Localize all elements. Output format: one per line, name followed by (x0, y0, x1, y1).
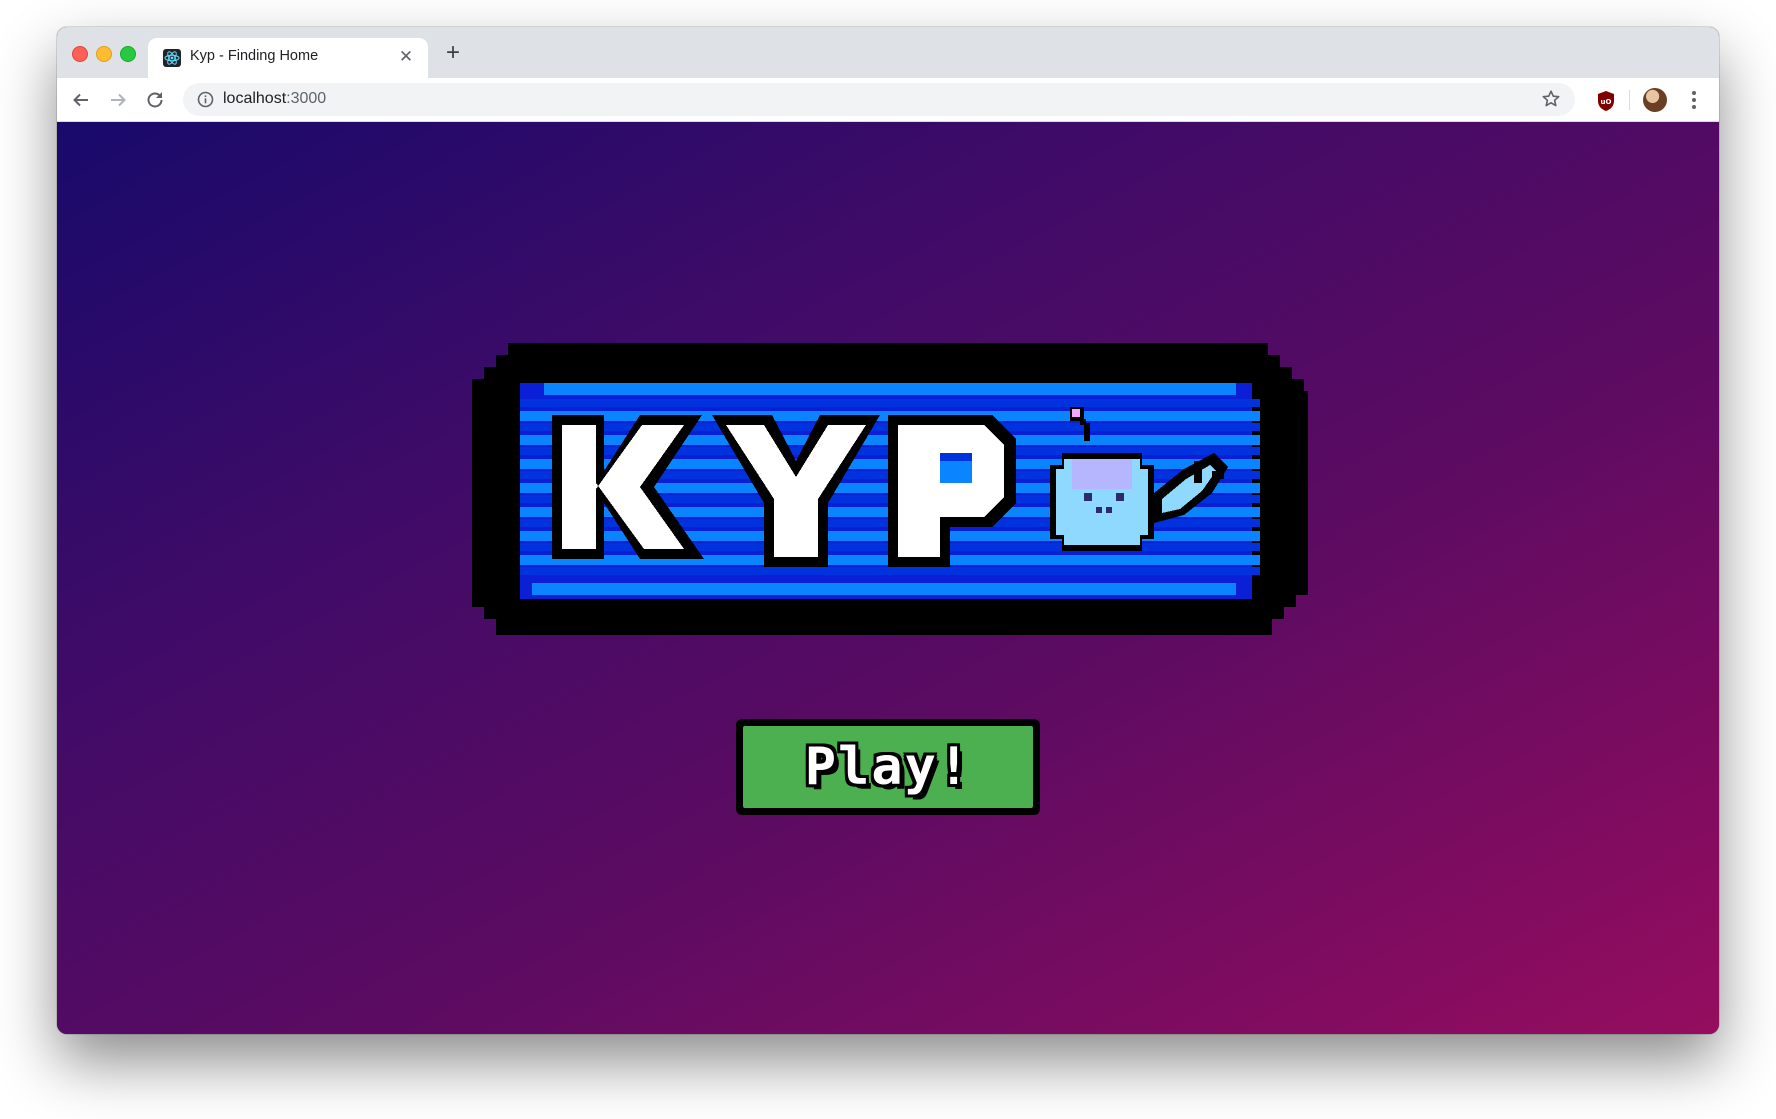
browser-toolbar: localhost:3000 uO (57, 78, 1719, 122)
browser-window: Kyp - Finding Home ✕ + localhost:3000 uO… (57, 27, 1719, 1034)
reload-button[interactable] (141, 86, 169, 114)
address-bar[interactable]: localhost:3000 (183, 83, 1575, 116)
url-text[interactable]: localhost:3000 (223, 90, 326, 108)
close-window-button[interactable] (72, 46, 88, 62)
play-button-label: Play! (804, 737, 972, 797)
play-button[interactable]: Play! (736, 719, 1040, 815)
react-favicon-icon (163, 49, 181, 67)
arrow-right-icon (111, 93, 126, 107)
tab-strip: Kyp - Finding Home ✕ + (57, 27, 1719, 78)
info-icon[interactable] (197, 91, 214, 108)
avatar[interactable] (1643, 88, 1667, 112)
url-host: localhost (223, 90, 287, 107)
tab-active[interactable]: Kyp - Finding Home ✕ (148, 38, 428, 78)
play-button-face: Play! (743, 726, 1033, 808)
url-port: :3000 (286, 90, 327, 107)
kebab-menu-icon[interactable] (1691, 90, 1697, 110)
toolbar-separator (1629, 90, 1630, 110)
new-tab-plus-icon[interactable]: + (441, 41, 465, 66)
maximize-window-button[interactable] (120, 46, 136, 62)
tab-title: Kyp - Finding Home (190, 48, 319, 64)
minimize-window-button[interactable] (96, 46, 112, 62)
reload-icon (147, 92, 163, 108)
arrow-left-icon (73, 93, 88, 107)
ublock-icon[interactable]: uO (1596, 90, 1616, 112)
back-button[interactable] (67, 86, 95, 114)
page-viewport: Play! (57, 122, 1719, 1034)
star-icon[interactable] (1541, 89, 1561, 109)
svg-text:uO: uO (1601, 98, 1612, 106)
kyp-logo (472, 343, 1308, 635)
forward-button[interactable] (104, 86, 132, 114)
close-icon[interactable]: ✕ (396, 47, 416, 67)
